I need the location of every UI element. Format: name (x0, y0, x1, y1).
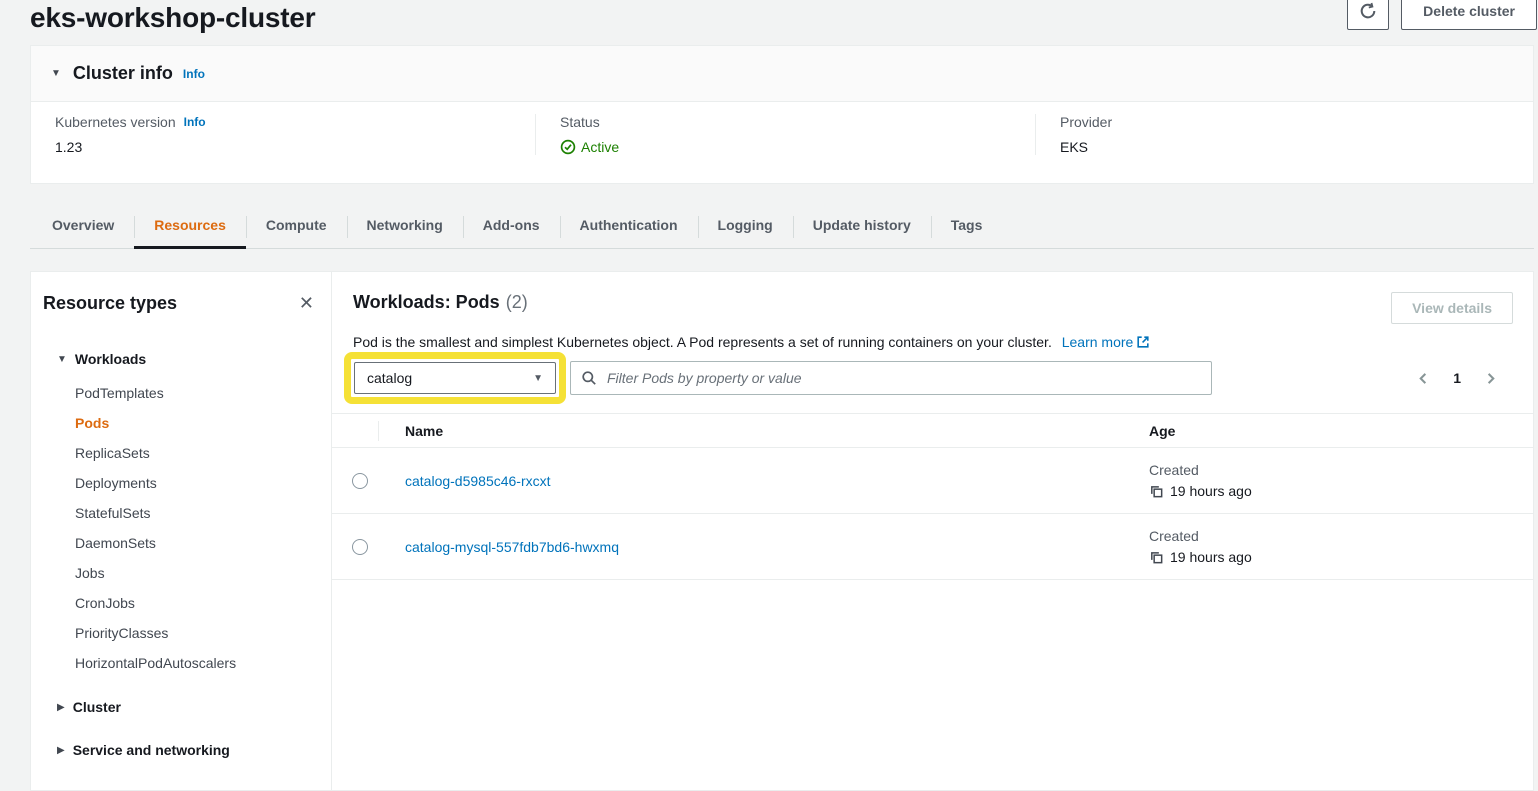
kubernetes-version-value: 1.23 (55, 139, 511, 155)
refresh-button[interactable] (1347, 0, 1389, 30)
resources-content: Resource types ✕ ▼ Workloads PodTemplate… (30, 271, 1534, 791)
cluster-info-header[interactable]: ▼ Cluster info Info (31, 46, 1533, 102)
refresh-icon (1359, 2, 1377, 20)
resource-types-title: Resource types (43, 293, 177, 314)
sidebar-item-priorityclasses[interactable]: PriorityClasses (75, 618, 316, 648)
page-header: eks-workshop-cluster Delete cluster (0, 0, 1538, 45)
provider-field: Provider EKS (1035, 114, 1533, 155)
status-ok-icon (560, 139, 576, 155)
tab-networking[interactable]: Networking (347, 203, 463, 248)
status-label: Status (560, 114, 1011, 130)
sidebar-item-statefulsets[interactable]: StatefulSets (75, 498, 316, 528)
page-title: eks-workshop-cluster (30, 0, 315, 34)
cluster-info-info-link[interactable]: Info (183, 67, 205, 81)
table-row: catalog-mysql-557fdb7bd6-hwxmq Created 1… (332, 514, 1533, 580)
table-row: catalog-d5985c46-rxcxt Created 19 hours … (332, 448, 1533, 514)
age-value: 19 hours ago (1170, 483, 1252, 499)
cluster-info-section: ▼ Cluster info Info Kubernetes version I… (30, 45, 1534, 184)
tab-authentication[interactable]: Authentication (560, 203, 698, 248)
row-radio-button[interactable] (352, 539, 368, 555)
pods-description: Pod is the smallest and simplest Kuberne… (353, 334, 1052, 350)
close-icon[interactable]: ✕ (297, 292, 316, 314)
sidebar-group-cluster[interactable]: ▶ Cluster (43, 692, 316, 722)
pods-panel-title: Workloads: Pods (353, 292, 500, 312)
pods-panel: Workloads: Pods (2) View details Pod is t… (332, 272, 1533, 790)
sidebar-item-daemonsets[interactable]: DaemonSets (75, 528, 316, 558)
search-input[interactable] (605, 369, 1201, 387)
sidebar-item-podtemplates[interactable]: PodTemplates (75, 378, 316, 408)
sidebar-item-jobs[interactable]: Jobs (75, 558, 316, 588)
sidebar-item-cronjobs[interactable]: CronJobs (75, 588, 316, 618)
kubernetes-version-info-link[interactable]: Info (184, 115, 206, 129)
sidebar-group-service-and-networking[interactable]: ▶ Service and networking (43, 735, 316, 765)
selection-column-header (332, 414, 379, 447)
copy-icon[interactable] (1149, 550, 1164, 565)
pods-table: Name Age catalog-d5985c46-rxcxt Created (332, 413, 1533, 580)
pod-name-link[interactable]: catalog-d5985c46-rxcxt (405, 473, 551, 489)
tab-logging[interactable]: Logging (698, 203, 793, 248)
tab-tags[interactable]: Tags (931, 203, 1003, 248)
sidebar-item-pods[interactable]: Pods (75, 408, 316, 438)
previous-page-button[interactable] (1415, 370, 1432, 387)
sidebar-item-replicasets[interactable]: ReplicaSets (75, 438, 316, 468)
caret-right-icon: ▶ (57, 745, 65, 756)
created-label: Created (1149, 528, 1533, 544)
next-page-button[interactable] (1482, 370, 1499, 387)
provider-value: EKS (1060, 139, 1509, 155)
filter-row: catalog ▼ 1 (353, 352, 1513, 404)
caret-right-icon: ▶ (57, 702, 65, 713)
age-column-header: Age (1127, 423, 1533, 439)
search-icon (581, 370, 597, 386)
pods-count: (2) (506, 292, 528, 312)
delete-cluster-button[interactable]: Delete cluster (1401, 0, 1537, 30)
highlight-annotation: catalog ▼ (344, 352, 566, 404)
external-link-icon (1136, 335, 1150, 349)
cluster-info-body: Kubernetes version Info 1.23 Status Acti… (31, 102, 1533, 183)
pods-search-box[interactable] (570, 361, 1212, 395)
provider-label: Provider (1060, 114, 1509, 130)
cluster-info-title: Cluster info (73, 63, 173, 84)
chevron-down-icon: ▼ (533, 373, 543, 384)
pagination: 1 (1415, 370, 1513, 387)
sidebar-group-workloads[interactable]: ▼ Workloads (43, 344, 316, 374)
table-header-row: Name Age (332, 413, 1533, 448)
name-column-header: Name (379, 423, 1127, 439)
learn-more-link[interactable]: Learn more (1062, 334, 1151, 350)
tab-update-history[interactable]: Update history (793, 203, 931, 248)
page-number[interactable]: 1 (1453, 370, 1461, 386)
chevron-left-icon (1417, 372, 1430, 385)
namespace-filter-dropdown[interactable]: catalog ▼ (354, 362, 556, 394)
sidebar-item-horizontalpodautoscalers[interactable]: HorizontalPodAutoscalers (75, 648, 316, 678)
status-value: Active (581, 139, 619, 155)
pod-name-link[interactable]: catalog-mysql-557fdb7bd6-hwxmq (405, 539, 619, 555)
header-actions: Delete cluster (1347, 0, 1537, 30)
sidebar-item-deployments[interactable]: Deployments (75, 468, 316, 498)
kubernetes-version-field: Kubernetes version Info 1.23 (31, 114, 535, 155)
tab-compute[interactable]: Compute (246, 203, 347, 248)
resource-types-tree: ▼ Workloads PodTemplates Pods ReplicaSet… (43, 344, 316, 765)
created-label: Created (1149, 462, 1533, 478)
tab-resources[interactable]: Resources (134, 203, 246, 248)
tab-overview[interactable]: Overview (32, 203, 134, 248)
age-value: 19 hours ago (1170, 549, 1252, 565)
row-radio-button[interactable] (352, 473, 368, 489)
caret-down-icon: ▼ (57, 354, 67, 365)
copy-icon[interactable] (1149, 484, 1164, 499)
tab-add-ons[interactable]: Add-ons (463, 203, 560, 248)
chevron-right-icon (1484, 372, 1497, 385)
cluster-tabs: Overview Resources Compute Networking Ad… (30, 203, 1534, 249)
namespace-filter-value: catalog (367, 370, 412, 386)
view-details-button[interactable]: View details (1391, 292, 1513, 324)
collapse-caret-icon[interactable]: ▼ (51, 68, 61, 79)
status-field: Status Active (535, 114, 1035, 155)
kubernetes-version-label: Kubernetes version (55, 114, 176, 130)
resource-types-panel: Resource types ✕ ▼ Workloads PodTemplate… (31, 272, 332, 790)
